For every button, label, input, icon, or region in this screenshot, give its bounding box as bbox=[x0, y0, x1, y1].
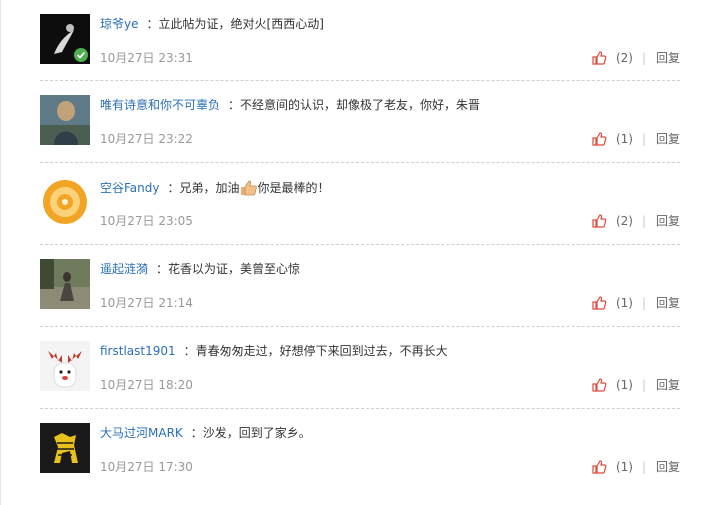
like-count: (2) bbox=[615, 51, 633, 65]
reply-link[interactable]: 回复 bbox=[656, 212, 680, 230]
comment-text: 花香以为证，美曾至心惊 bbox=[168, 262, 301, 276]
comment-actions: (1) | 回复 bbox=[591, 376, 680, 394]
separator: | bbox=[641, 378, 646, 392]
comment-time: 10月27日 21:14 bbox=[100, 296, 193, 310]
comment-list: 琼爷ye ：立此帖为证，绝对火[西西心动] 10月27日 23:31 (2) | … bbox=[40, 0, 680, 491]
avatar[interactable] bbox=[40, 259, 90, 309]
comment-item: 唯有诗意和你不可辜负 ：不经意间的认识，却像极了老友，你好，朱晋 10月27日 2… bbox=[40, 81, 680, 163]
comment-line: firstlast1901 ：青春匆匆走过，好想停下来回到过去，不再长大 bbox=[100, 343, 448, 359]
reply-link[interactable]: 回复 bbox=[656, 458, 680, 476]
comment-text: 立此帖为证，绝对火[西西心动] bbox=[158, 17, 324, 31]
reply-link[interactable]: 回复 bbox=[656, 49, 680, 67]
separator: | bbox=[641, 460, 646, 474]
comment-item: 大马过河MARK ：沙发，回到了家乡。 10月27日 17:30 (1) | 回复 bbox=[40, 409, 680, 491]
comment-text: 不经意间的认识，却像极了老友，你好，朱晋 bbox=[240, 98, 481, 112]
comment-actions: (1) | 回复 bbox=[591, 130, 680, 148]
username-link[interactable]: 遥起涟漪 bbox=[100, 262, 148, 276]
comment-actions: (2) | 回复 bbox=[591, 212, 680, 230]
like-count: (1) bbox=[615, 460, 633, 474]
avatar[interactable] bbox=[40, 423, 90, 473]
comment-actions: (1) | 回复 bbox=[591, 294, 680, 312]
comment-text: 兄弟，加油 bbox=[179, 181, 240, 195]
thumbs-up-icon[interactable] bbox=[591, 377, 607, 393]
colon: ： bbox=[228, 98, 241, 112]
separator: | bbox=[641, 51, 646, 65]
colon: ： bbox=[183, 344, 196, 358]
comment-actions: (1) | 回复 bbox=[591, 458, 680, 476]
landscape-avatar-icon bbox=[40, 95, 90, 145]
colon: ： bbox=[190, 426, 203, 440]
thumbs-up-icon[interactable] bbox=[591, 295, 607, 311]
comment-text: 沙发，回到了家乡。 bbox=[202, 426, 311, 440]
colon: ： bbox=[167, 181, 180, 195]
thumbs-up-icon[interactable] bbox=[591, 131, 607, 147]
username-link[interactable]: firstlast1901 bbox=[100, 344, 176, 358]
comment-line: 琼爷ye ：立此帖为证，绝对火[西西心动] bbox=[100, 16, 324, 32]
username-link[interactable]: 空谷Fandy bbox=[100, 181, 159, 195]
avatar[interactable] bbox=[40, 14, 90, 64]
moose-avatar-icon bbox=[40, 341, 90, 391]
like-count: (1) bbox=[615, 132, 633, 146]
orange-swirl-avatar-icon bbox=[40, 177, 90, 227]
reply-link[interactable]: 回复 bbox=[656, 130, 680, 148]
comment-line: 唯有诗意和你不可辜负 ：不经意间的认识，却像极了老友，你好，朱晋 bbox=[100, 97, 480, 113]
comment-item: 遥起涟漪 ：花香以为证，美曾至心惊 10月27日 21:14 (1) | 回复 bbox=[40, 245, 680, 327]
comment-item: 空谷Fandy ：兄弟，加油 你是最棒的！ 10月27日 23:05 (2) | 回… bbox=[40, 163, 680, 245]
thumbs-up-emoji-icon bbox=[240, 180, 257, 196]
avatar[interactable] bbox=[40, 177, 90, 227]
dark-silhouette-avatar-icon bbox=[40, 14, 90, 64]
comment-actions: (2) | 回复 bbox=[591, 49, 680, 67]
like-count: (1) bbox=[615, 296, 633, 310]
comment-time: 10月27日 23:31 bbox=[100, 51, 193, 65]
comment-item: 琼爷ye ：立此帖为证，绝对火[西西心动] 10月27日 23:31 (2) | … bbox=[40, 0, 680, 81]
comment-item: firstlast1901 ：青春匆匆走过，好想停下来回到过去，不再长大 10月2… bbox=[40, 327, 680, 409]
thumbs-up-icon[interactable] bbox=[591, 213, 607, 229]
username-link[interactable]: 琼爷ye bbox=[100, 17, 139, 31]
thumbs-up-icon[interactable] bbox=[591, 459, 607, 475]
comment-time: 10月27日 18:20 bbox=[100, 378, 193, 392]
avatar[interactable] bbox=[40, 341, 90, 391]
thumbs-up-icon[interactable] bbox=[591, 50, 607, 66]
separator: | bbox=[641, 214, 646, 228]
comment-line: 遥起涟漪 ：花香以为证，美曾至心惊 bbox=[100, 261, 300, 277]
left-border bbox=[0, 0, 1, 505]
like-count: (2) bbox=[615, 214, 633, 228]
street-avatar-icon bbox=[40, 259, 90, 309]
like-count: (1) bbox=[615, 378, 633, 392]
username-link[interactable]: 唯有诗意和你不可辜负 bbox=[100, 98, 220, 112]
reply-link[interactable]: 回复 bbox=[656, 294, 680, 312]
comment-time: 10月27日 23:05 bbox=[100, 214, 193, 228]
colon: ： bbox=[146, 17, 159, 31]
comment-line: 空谷Fandy ：兄弟，加油 你是最棒的！ bbox=[100, 179, 330, 196]
avatar[interactable] bbox=[40, 95, 90, 145]
comment-time: 10月27日 23:22 bbox=[100, 132, 193, 146]
comment-text: 青春匆匆走过，好想停下来回到过去，不再长大 bbox=[195, 344, 448, 358]
separator: | bbox=[641, 132, 646, 146]
comment-text-after: 你是最棒的！ bbox=[257, 181, 330, 195]
colon: ： bbox=[156, 262, 169, 276]
reply-link[interactable]: 回复 bbox=[656, 376, 680, 394]
comment-time: 10月27日 17:30 bbox=[100, 460, 193, 474]
zebra-horse-avatar-icon bbox=[40, 423, 90, 473]
username-link[interactable]: 大马过河MARK bbox=[100, 426, 183, 440]
separator: | bbox=[641, 296, 646, 310]
comment-line: 大马过河MARK ：沙发，回到了家乡。 bbox=[100, 425, 311, 441]
